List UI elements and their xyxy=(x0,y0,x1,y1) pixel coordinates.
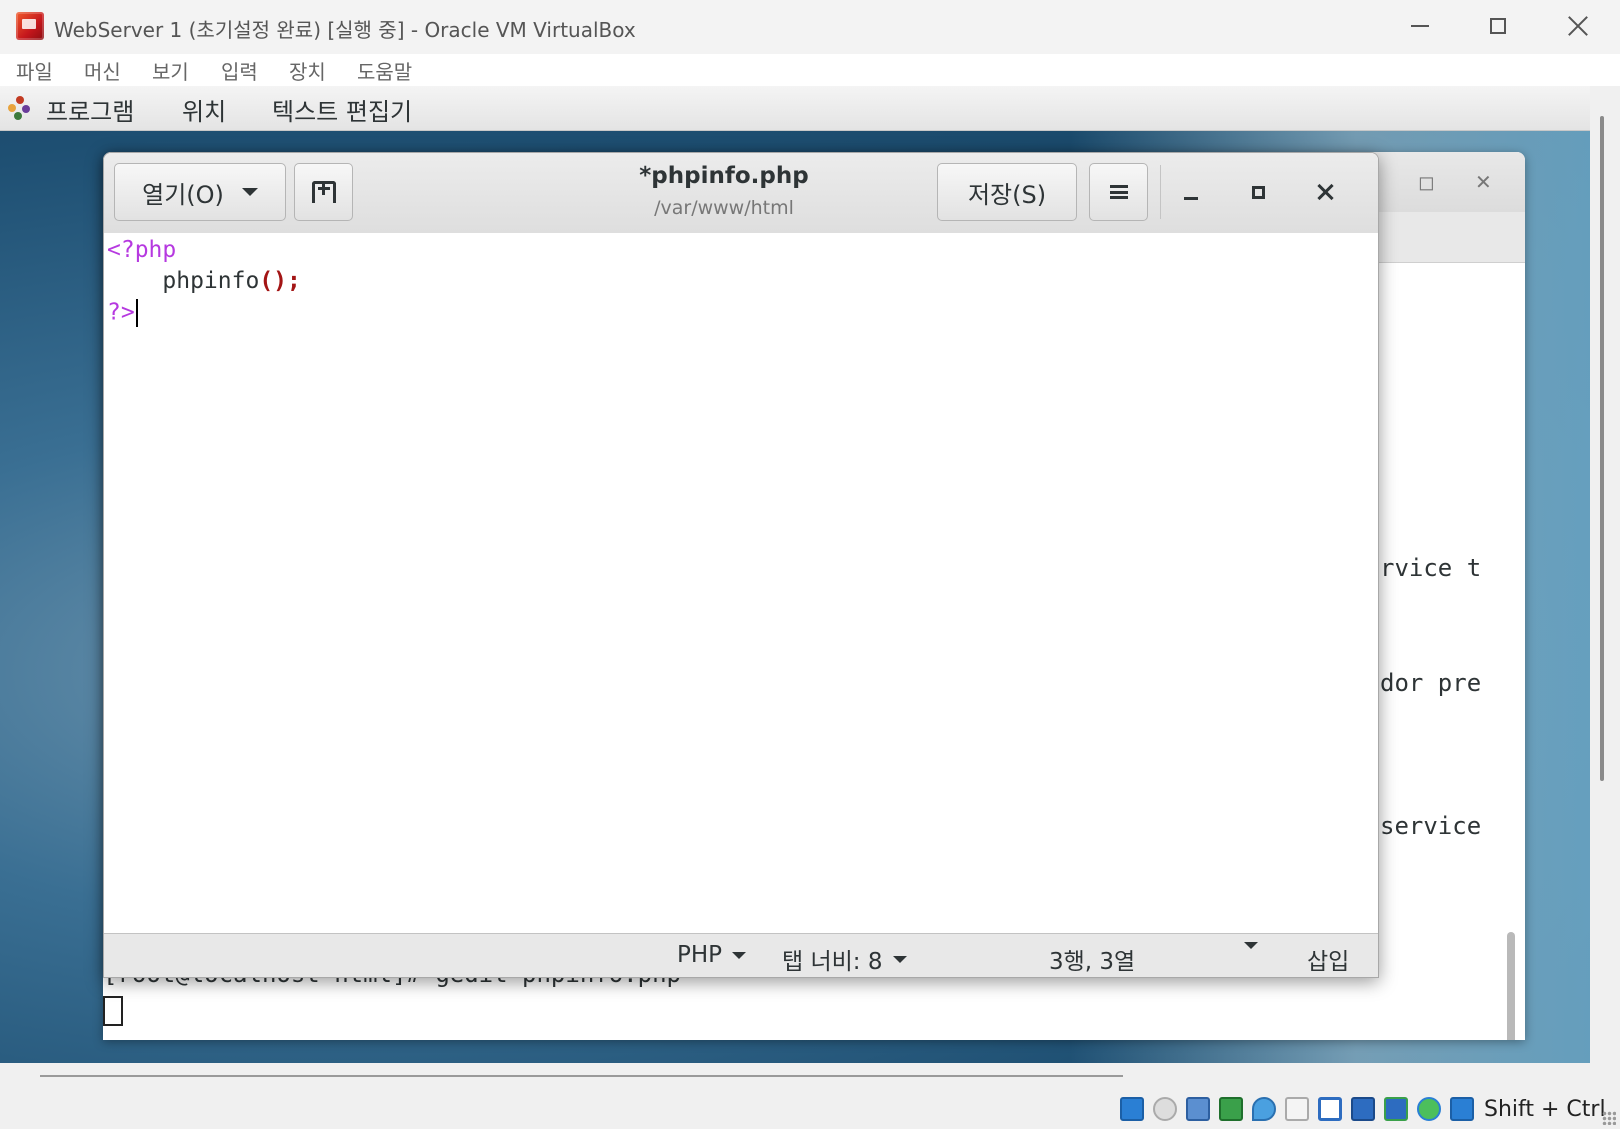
maximize-button[interactable] xyxy=(1470,6,1526,46)
tab-width-selector[interactable]: 탭 너비: 8 xyxy=(782,942,907,976)
terminal-maximize-icon[interactable]: ◻ xyxy=(1418,170,1435,194)
open-label: 열기(O) xyxy=(142,180,224,209)
language-label: PHP xyxy=(677,942,723,968)
close-icon xyxy=(1316,183,1334,201)
save-button[interactable]: 저장(S) xyxy=(937,163,1077,221)
audio-icon[interactable] xyxy=(1186,1097,1210,1121)
new-document-icon xyxy=(311,181,336,203)
gedit-maximize-button[interactable] xyxy=(1241,175,1275,209)
host-progress-line xyxy=(40,1075,1123,1077)
menu-input[interactable]: 입력 xyxy=(221,56,258,85)
menu-devices[interactable]: 장치 xyxy=(289,56,326,85)
text-editor-app-menu[interactable]: 텍스트 편집기 xyxy=(272,92,412,127)
position-dropdown[interactable] xyxy=(1244,942,1258,949)
document-path: /var/www/html xyxy=(654,197,794,219)
shared-folders-icon[interactable] xyxy=(1285,1097,1309,1121)
minimize-button[interactable] xyxy=(1392,6,1448,46)
minimize-icon xyxy=(1411,25,1429,27)
host-menubar: 파일 머신 보기 입력 장치 도움말 xyxy=(0,54,1620,86)
resize-grip-icon[interactable] xyxy=(1602,1111,1616,1125)
terminal-scrollbar[interactable] xyxy=(1507,932,1515,1040)
applications-menu[interactable]: 프로그램 xyxy=(46,92,134,127)
code-line-3: ?> xyxy=(107,299,138,327)
cursor-position-label: 3행, 3열 xyxy=(1049,949,1136,975)
terminal-line: dor pre xyxy=(1380,669,1482,697)
guest-screen[interactable]: 프로그램 위치 텍스트 편집기 ◻ ✕ rvice t dor pre serv… xyxy=(0,86,1590,1063)
code-line-1: <?php xyxy=(107,237,177,263)
host-key-label: Shift + Ctrl xyxy=(1484,1097,1606,1122)
virtualbox-app-icon xyxy=(16,12,44,40)
gedit-statusbar: PHP 탭 너비: 8 3행, 3열 삽입 xyxy=(104,933,1378,977)
places-menu[interactable]: 위치 xyxy=(182,92,226,127)
chevron-down-icon xyxy=(892,955,907,963)
terminal-close-icon[interactable]: ✕ xyxy=(1475,170,1492,194)
insert-mode-label: 삽입 xyxy=(1307,949,1350,975)
chevron-down-icon xyxy=(732,951,747,959)
code-line-2: phpinfo(); xyxy=(107,268,301,294)
gedit-minimize-button[interactable] xyxy=(1174,175,1208,209)
hamburger-icon xyxy=(1109,185,1128,199)
chevron-down-icon xyxy=(1244,942,1258,949)
header-separator xyxy=(1160,165,1161,219)
gedit-headerbar: 열기(O) *phpinfo.php /var/www/html 저장(S) xyxy=(104,153,1378,234)
language-selector[interactable]: PHP xyxy=(677,942,747,968)
gedit-window[interactable]: 열기(O) *phpinfo.php /var/www/html 저장(S) <… xyxy=(103,152,1379,978)
text-editor-area[interactable]: <?php phpinfo(); ?> xyxy=(104,233,1378,933)
host-titlebar: WebServer 1 (초기설정 완료) [실행 중] - Oracle VM… xyxy=(0,0,1620,54)
new-document-button[interactable] xyxy=(294,163,353,221)
terminal-cursor xyxy=(103,996,123,1026)
close-button[interactable] xyxy=(1550,6,1606,46)
gnome-top-bar: 프로그램 위치 텍스트 편집기 xyxy=(0,86,1590,131)
window-title: WebServer 1 (초기설정 완료) [실행 중] - Oracle VM… xyxy=(54,18,636,42)
minimize-icon xyxy=(1184,196,1198,200)
terminal-line: service xyxy=(1380,812,1482,840)
guest-additions-icon[interactable] xyxy=(1417,1097,1441,1121)
hard-disk-icon[interactable] xyxy=(1120,1097,1144,1121)
host-statusbar: Shift + Ctrl xyxy=(0,1063,1620,1129)
function-name: phpinfo xyxy=(162,268,260,294)
terminal-line: rvice t xyxy=(1380,554,1482,582)
text-cursor xyxy=(135,299,138,327)
host-scrollbar[interactable] xyxy=(1600,116,1604,781)
maximize-icon xyxy=(1251,185,1265,199)
network-icon[interactable] xyxy=(1219,1097,1243,1121)
gnome-foot-icon xyxy=(8,96,32,120)
cursor-position[interactable]: 3행, 3열 xyxy=(1049,942,1135,976)
maximize-icon xyxy=(1490,18,1506,34)
menu-file[interactable]: 파일 xyxy=(16,56,53,85)
document-title: *phpinfo.php xyxy=(639,163,809,189)
optical-drive-icon[interactable] xyxy=(1153,1097,1177,1121)
php-close-tag: ?> xyxy=(107,299,135,326)
tab-width-label: 탭 너비: 8 xyxy=(782,949,883,975)
close-icon xyxy=(1568,16,1588,36)
mouse-integration-icon[interactable] xyxy=(1450,1097,1474,1121)
video-capture-icon[interactable] xyxy=(1351,1097,1375,1121)
cpu-icon[interactable] xyxy=(1384,1097,1408,1121)
chevron-down-icon xyxy=(241,188,258,196)
menu-help[interactable]: 도움말 xyxy=(357,56,412,85)
menu-view[interactable]: 보기 xyxy=(152,56,189,85)
usb-icon[interactable] xyxy=(1252,1097,1276,1121)
function-parens: (); xyxy=(259,268,301,294)
hamburger-menu-button[interactable] xyxy=(1089,163,1148,221)
display-icon[interactable] xyxy=(1318,1097,1342,1121)
gedit-close-button[interactable] xyxy=(1308,175,1342,209)
save-label: 저장(S) xyxy=(967,180,1047,209)
menu-machine[interactable]: 머신 xyxy=(84,56,121,85)
insert-mode[interactable]: 삽입 xyxy=(1307,942,1349,976)
open-button[interactable]: 열기(O) xyxy=(114,163,286,221)
